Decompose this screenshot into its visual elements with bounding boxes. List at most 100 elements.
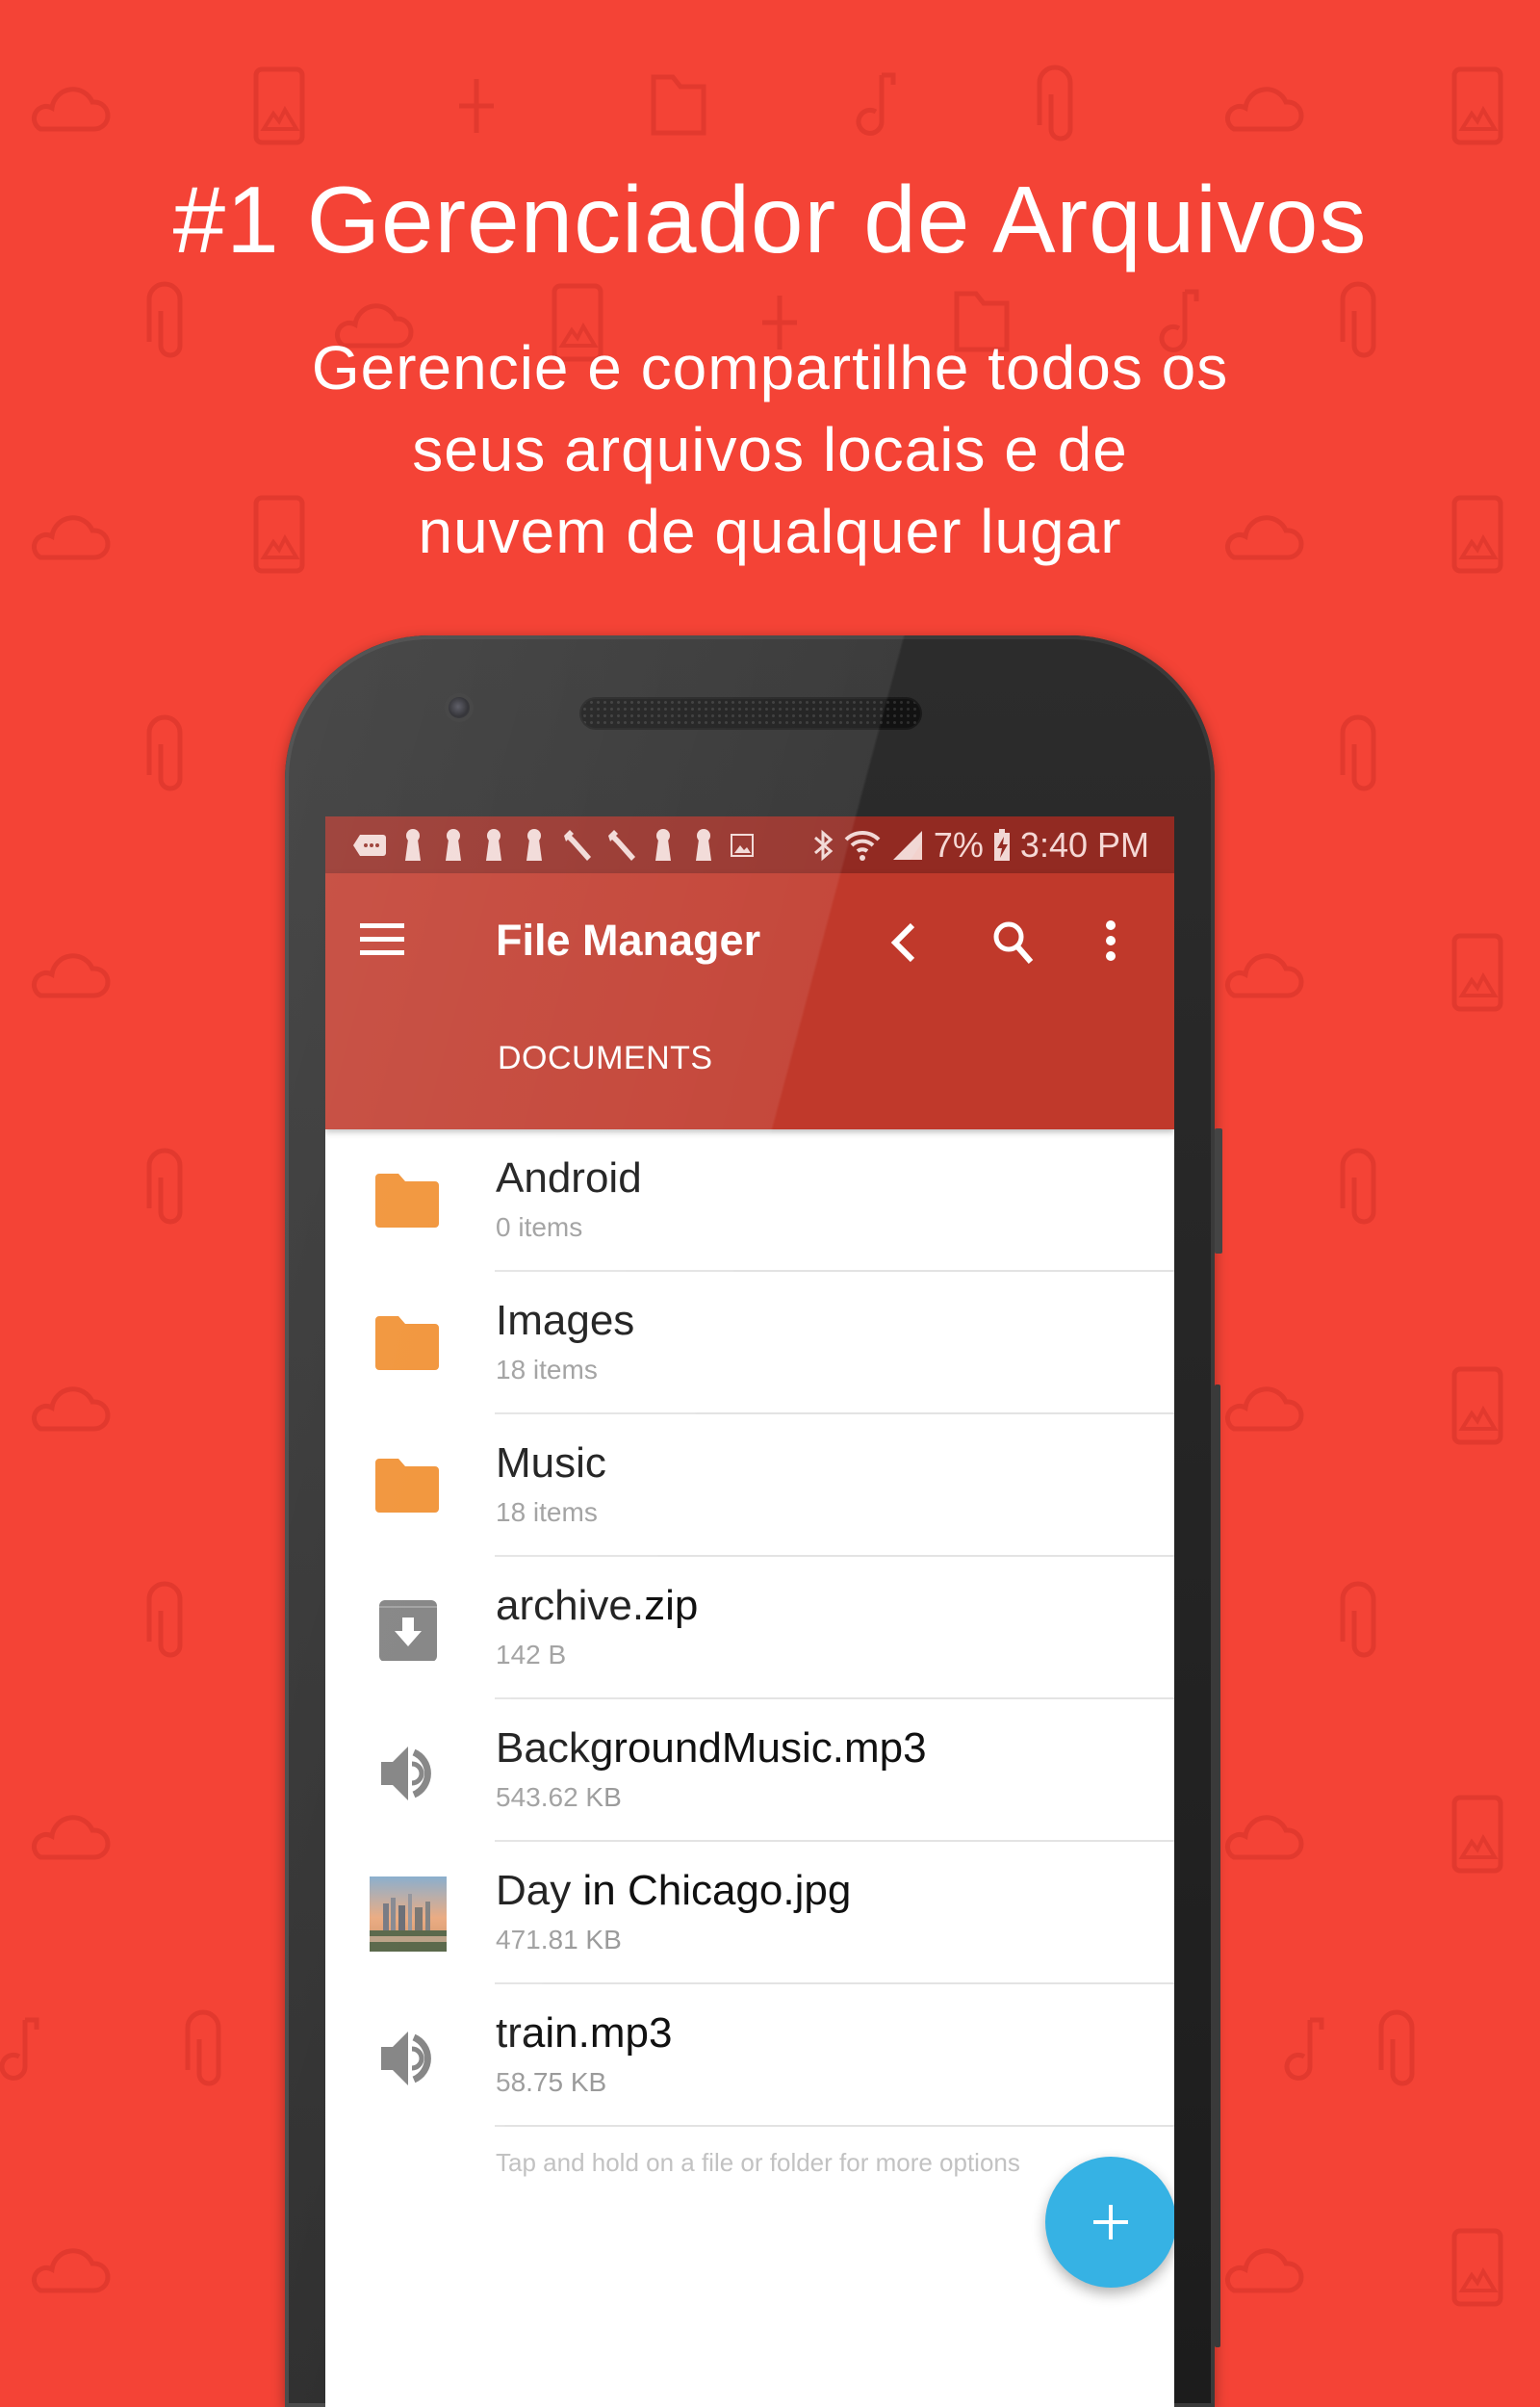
paperclip-icon — [1037, 65, 1073, 142]
cloud-icon — [31, 2248, 111, 2293]
app-bar: File Manager DOCUMENTS — [325, 873, 1174, 1129]
cloud-icon — [31, 87, 111, 132]
menu-icon-bar — [360, 923, 404, 928]
keyhole-icon — [526, 828, 542, 861]
music-note-icon — [1284, 2017, 1324, 2081]
cloud-icon — [1224, 953, 1304, 998]
keyhole-icon — [696, 828, 711, 861]
folder-icon — [375, 1174, 439, 1228]
app-title: File Manager — [496, 916, 761, 965]
earpiece-speaker — [581, 699, 920, 728]
tab-documents[interactable]: DOCUMENTS — [498, 1040, 713, 1077]
image-icon — [731, 833, 754, 857]
folder-icon — [375, 1459, 439, 1513]
file-meta: 18 items — [496, 1497, 598, 1527]
list-item[interactable]: BackgroundMusic.mp3 543.62 KB — [325, 1699, 1174, 1842]
image-icon — [1451, 2228, 1503, 2307]
file-name: Day in Chicago.jpg — [496, 1867, 852, 1914]
paperclip-icon — [1340, 1581, 1376, 1658]
file-meta: 58.75 KB — [496, 2067, 607, 2097]
back-icon[interactable] — [884, 916, 922, 970]
battery-percent: 7% — [933, 824, 984, 865]
cloud-icon — [31, 953, 111, 998]
clock: 3:40 PM — [1019, 824, 1149, 865]
more-vert-icon[interactable] — [1101, 916, 1120, 970]
paperclip-icon — [1378, 2009, 1415, 2086]
audio-icon — [381, 1747, 431, 1800]
menu-icon-bar — [360, 937, 404, 942]
paperclip-icon — [1340, 714, 1376, 791]
cloud-icon — [1224, 87, 1304, 132]
list-item[interactable]: Day in Chicago.jpg 471.81 KB — [325, 1842, 1174, 1984]
hint-text: Tap and hold on a file or folder for mor… — [496, 2148, 1020, 2177]
file-name: Images — [496, 1297, 635, 1344]
list-item[interactable]: train.mp3 58.75 KB — [325, 1984, 1174, 2127]
paperclip-icon — [146, 1148, 183, 1225]
wrench-icon — [608, 829, 635, 861]
search-icon[interactable] — [989, 916, 1038, 970]
paperclip-icon — [146, 714, 183, 791]
file-name: Android — [496, 1154, 642, 1202]
wrench-icon — [564, 829, 591, 861]
file-meta: 18 items — [496, 1355, 598, 1385]
promo-headline: #1 Gerenciador de Arquivos — [172, 167, 1368, 272]
hamburger-menu-button[interactable] — [360, 923, 406, 962]
image-icon — [1451, 1366, 1503, 1445]
cloud-icon — [1224, 1386, 1304, 1432]
file-name: archive.zip — [496, 1582, 699, 1629]
audio-icon — [381, 2032, 431, 2085]
phone-frame: 7% 3:40 PM File Manager DOCUMENTS Androi… — [285, 635, 1222, 2407]
promo-subheadline-line: seus arquivos locais e de — [412, 415, 1128, 484]
front-camera — [449, 697, 470, 718]
image-thumbnail — [370, 1876, 447, 1952]
divider — [495, 2125, 1174, 2127]
keyhole-icon — [655, 828, 671, 861]
battery-charging-icon — [993, 828, 1010, 861]
status-bar: 7% 3:40 PM — [325, 816, 1174, 873]
cloud-icon — [1224, 1815, 1304, 1860]
file-meta: 543.62 KB — [496, 1782, 622, 1812]
keyhole-icon — [405, 828, 421, 861]
list-item[interactable]: Android 0 items — [325, 1129, 1174, 1272]
system-icons: 7% 3:40 PM — [812, 825, 1174, 866]
plus-icon — [1093, 2205, 1128, 2239]
signal-icon — [892, 830, 922, 860]
list-item[interactable]: Images 18 items — [325, 1272, 1174, 1414]
cloud-icon — [1224, 2248, 1304, 2293]
image-icon — [253, 66, 305, 145]
file-list: Android 0 items Images 18 items Music 18… — [325, 1129, 1174, 2127]
image-icon — [1451, 66, 1503, 145]
paperclip-icon — [185, 2009, 221, 2086]
promo-subheadline-line: Gerencie e compartilhe todos os — [311, 333, 1229, 402]
file-name: Music — [496, 1439, 606, 1487]
music-note-icon — [856, 72, 896, 136]
file-name: BackgroundMusic.mp3 — [496, 1724, 927, 1772]
volume-button — [1215, 1128, 1222, 1254]
folder-icon — [375, 1316, 439, 1370]
cloud-icon — [31, 1815, 111, 1860]
file-meta: 471.81 KB — [496, 1925, 622, 1954]
keyhole-icon — [486, 828, 501, 861]
keyhole-icon — [446, 828, 461, 861]
image-icon — [1451, 933, 1503, 1012]
file-name: train.mp3 — [496, 2009, 673, 2057]
power-button — [1215, 1385, 1220, 2347]
folder-icon — [651, 74, 706, 136]
music-note-icon — [0, 2017, 39, 2081]
archive-icon — [379, 1600, 437, 1661]
list-item[interactable]: archive.zip 142 B — [325, 1557, 1174, 1699]
phone-screen: 7% 3:40 PM File Manager DOCUMENTS Androi… — [325, 816, 1174, 2407]
bluetooth-icon — [813, 829, 834, 861]
paperclip-icon — [1340, 1148, 1376, 1225]
wifi-icon — [844, 830, 881, 861]
paperclip-icon — [146, 1581, 183, 1658]
notification-icons — [325, 828, 755, 863]
promo-subheadline: Gerencie e compartilhe todos os seus arq… — [0, 327, 1540, 573]
list-item[interactable]: Music 18 items — [325, 1414, 1174, 1557]
message-icon — [353, 834, 386, 856]
file-meta: 0 items — [496, 1212, 583, 1242]
add-fab-button[interactable] — [1045, 2157, 1174, 2288]
menu-icon-bar — [360, 950, 404, 955]
image-icon — [1451, 1795, 1503, 1874]
file-meta: 142 B — [496, 1640, 567, 1669]
